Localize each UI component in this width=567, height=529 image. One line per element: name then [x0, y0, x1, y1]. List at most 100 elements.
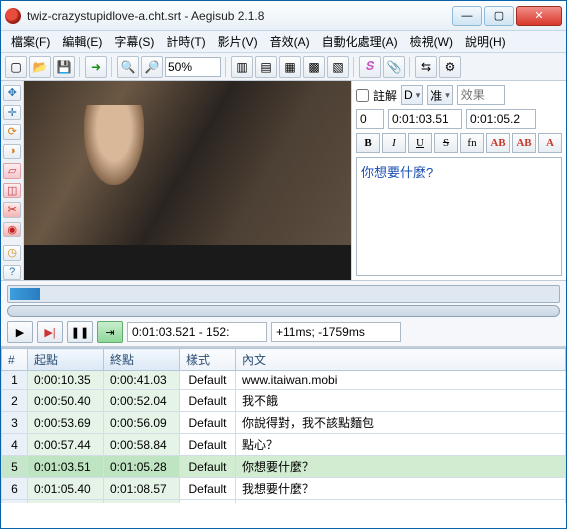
table-row[interactable]: 70:01:08.960:01:11.71Default我也在想: [2, 500, 566, 504]
menu-edit[interactable]: 編輯(E): [56, 31, 108, 52]
subtitle-text-input[interactable]: 你想要什麼?: [356, 157, 562, 276]
effect-field[interactable]: [457, 85, 505, 105]
color2-button[interactable]: AB: [512, 133, 536, 153]
edit-panel: 註解 D 准 B I U S fn AB AB A 你想要什麼?: [351, 81, 566, 280]
col-start[interactable]: 起點: [28, 349, 104, 371]
style-combo[interactable]: D: [401, 85, 423, 105]
row-num: 5: [2, 456, 28, 478]
table-row[interactable]: 30:00:53.690:00:56.09Default你說得對，我不該點麵包: [2, 412, 566, 434]
shift-icon[interactable]: ⇆: [415, 56, 437, 78]
open-icon[interactable]: 📂: [29, 56, 51, 78]
row-text: 我想要什麼？: [236, 478, 566, 500]
start-time-field[interactable]: [388, 109, 462, 129]
menu-audio[interactable]: 音效(A): [264, 31, 316, 52]
comment-label: 註解: [373, 87, 397, 104]
row-style: Default: [180, 500, 236, 504]
volume-slider[interactable]: [7, 285, 560, 303]
scale-icon[interactable]: ▱: [3, 163, 21, 179]
font-button[interactable]: fn: [460, 133, 484, 153]
play-button[interactable]: ▶: [7, 321, 33, 343]
pause-button[interactable]: ❚❚: [67, 321, 93, 343]
save-icon[interactable]: 💾: [53, 56, 75, 78]
end-time-field[interactable]: [466, 109, 536, 129]
jump-icon[interactable]: ➜: [85, 56, 107, 78]
shift-display[interactable]: [271, 322, 401, 342]
move-icon[interactable]: ✥: [3, 85, 21, 101]
styles-icon[interactable]: 𝑺: [359, 56, 381, 78]
table-row[interactable]: 10:00:10.350:00:41.03Defaultwww.itaiwan.…: [2, 371, 566, 390]
row-style: Default: [180, 478, 236, 500]
zoom-out-icon[interactable]: 🔎: [141, 56, 163, 78]
strike-button[interactable]: S: [434, 133, 458, 153]
table-row[interactable]: 60:01:05.400:01:08.57Default我想要什麼？: [2, 478, 566, 500]
table-row[interactable]: 20:00:50.400:00:52.04Default我不餓: [2, 390, 566, 412]
tool-b-icon[interactable]: ▤: [255, 56, 277, 78]
menu-video[interactable]: 影片(V): [212, 31, 264, 52]
tool-c-icon[interactable]: ▦: [279, 56, 301, 78]
settings-icon[interactable]: ⚙: [439, 56, 461, 78]
bold-button[interactable]: B: [356, 133, 380, 153]
row-start: 0:00:57.44: [28, 434, 104, 456]
play-line-button[interactable]: ▶|: [37, 321, 63, 343]
table-row[interactable]: 50:01:03.510:01:05.28Default你想要什麼？: [2, 456, 566, 478]
vector-clip-icon[interactable]: ✂: [3, 202, 21, 218]
seek-track[interactable]: [7, 305, 560, 317]
row-text: www.itaiwan.mobi: [236, 371, 566, 390]
format-bar: B I U S fn AB AB A: [356, 133, 562, 153]
zoom-combo[interactable]: [165, 57, 221, 77]
rotate-z-icon[interactable]: ⟳: [3, 124, 21, 140]
row-style: Default: [180, 390, 236, 412]
video-display[interactable]: [24, 81, 351, 280]
menu-timing[interactable]: 計時(T): [160, 31, 211, 52]
time-display[interactable]: [127, 322, 267, 342]
comment-checkbox[interactable]: [356, 89, 369, 102]
tool-a-icon[interactable]: ▥: [231, 56, 253, 78]
col-num[interactable]: #: [2, 349, 28, 371]
row-num: 6: [2, 478, 28, 500]
tool-d-icon[interactable]: ▩: [303, 56, 325, 78]
color3-button[interactable]: A: [538, 133, 562, 153]
table-row[interactable]: 40:00:57.440:00:58.84Default點心？: [2, 434, 566, 456]
row-num: 4: [2, 434, 28, 456]
row-num: 1: [2, 371, 28, 390]
underline-button[interactable]: U: [408, 133, 432, 153]
menu-help[interactable]: 說明(H): [459, 31, 512, 52]
menu-view[interactable]: 檢視(W): [404, 31, 459, 52]
rotate-xy-icon[interactable]: ◑: [3, 144, 21, 160]
maximize-button[interactable]: ▢: [484, 6, 514, 26]
subtitle-grid[interactable]: # 起點 終點 樣式 內文 10:00:10.350:00:41.03Defau…: [1, 347, 566, 503]
main-toolbar: ▢ 📂 💾 ➜ 🔍 🔎 ▥ ▤ ▦ ▩ ▧ 𝑺 📎 ⇆ ⚙: [1, 53, 566, 81]
app-icon: [5, 8, 21, 24]
margin-l-field[interactable]: [356, 109, 384, 129]
col-text[interactable]: 內文: [236, 349, 566, 371]
menubar: 檔案(F) 編輯(E) 字幕(S) 計時(T) 影片(V) 音效(A) 自動化處…: [1, 31, 566, 53]
menu-subs[interactable]: 字幕(S): [108, 31, 160, 52]
realtime-icon[interactable]: ◷: [3, 245, 21, 261]
row-style: Default: [180, 412, 236, 434]
row-text: 我不餓: [236, 390, 566, 412]
zoom-in-icon[interactable]: 🔍: [117, 56, 139, 78]
help-icon[interactable]: ?: [3, 265, 21, 281]
color1-button[interactable]: AB: [486, 133, 510, 153]
crosshair-icon[interactable]: ✛: [3, 105, 21, 121]
menu-automation[interactable]: 自動化處理(A): [316, 31, 404, 52]
clip-icon[interactable]: ◫: [3, 183, 21, 199]
col-style[interactable]: 樣式: [180, 349, 236, 371]
close-button[interactable]: ✕: [516, 6, 562, 26]
row-style: Default: [180, 371, 236, 390]
row-start: 0:00:10.35: [28, 371, 104, 390]
row-num: 7: [2, 500, 28, 504]
row-end: 0:00:56.09: [104, 412, 180, 434]
new-icon[interactable]: ▢: [5, 56, 27, 78]
col-end[interactable]: 終點: [104, 349, 180, 371]
row-start: 0:00:53.69: [28, 412, 104, 434]
italic-button[interactable]: I: [382, 133, 406, 153]
row-text: 點心？: [236, 434, 566, 456]
toggle-autoseek-button[interactable]: ⇥: [97, 321, 123, 343]
minimize-button[interactable]: —: [452, 6, 482, 26]
actor-combo[interactable]: 准: [427, 85, 453, 105]
attach-icon[interactable]: 📎: [383, 56, 405, 78]
menu-file[interactable]: 檔案(F): [5, 31, 56, 52]
drag-icon[interactable]: ◉: [3, 222, 21, 238]
tool-e-icon[interactable]: ▧: [327, 56, 349, 78]
